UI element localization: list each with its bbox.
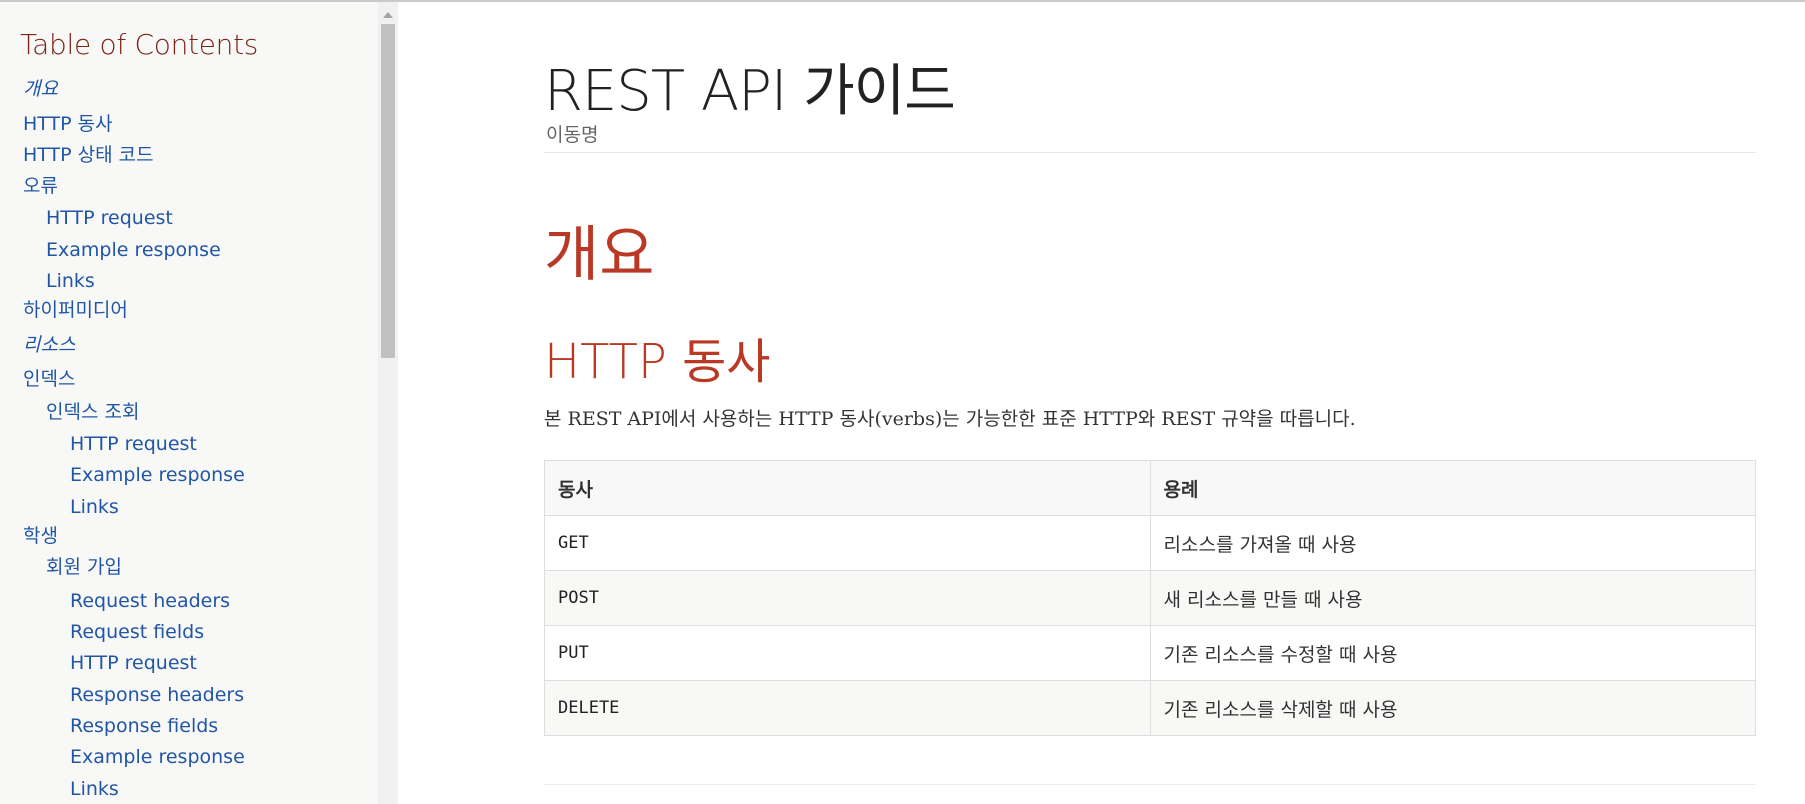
verb-cell: PUT [544, 625, 1151, 681]
http-verbs-intro: 본 REST API에서 사용하는 HTTP 동사(verbs)는 가능한한 표… [544, 408, 1356, 430]
toc-link-signup-request-headers[interactable]: Request headers [70, 589, 230, 613]
toc-title: Table of Contents [20, 28, 259, 61]
toc-link-errors-example-response[interactable]: Example response [46, 238, 221, 262]
toc-link-index-example-response[interactable]: Example response [70, 463, 245, 487]
toc-link-resources[interactable]: 리소스 [23, 333, 75, 357]
table-header-row: 동사 용례 [544, 460, 1756, 516]
toc-link-student[interactable]: 학생 [23, 524, 58, 548]
scrollbar-thumb[interactable] [381, 24, 395, 358]
toc-link-http-verbs[interactable]: HTTP 동사 [23, 112, 113, 136]
usage-cell: 기존 리소스를 수정할 때 사용 [1149, 625, 1756, 681]
toc-link-index-http-request[interactable]: HTTP request [70, 432, 197, 456]
toc-link-signup-request-fields[interactable]: Request fields [70, 620, 204, 644]
usage-cell: 새 리소스를 만들 때 사용 [1149, 570, 1756, 626]
author-name: 이동명 [546, 124, 599, 146]
toc-link-signup-response-headers[interactable]: Response headers [70, 683, 244, 707]
column-header-usage: 용례 [1149, 460, 1756, 516]
toc-link-signup-links[interactable]: Links [70, 777, 119, 801]
toc-link-signup-http-request[interactable]: HTTP request [70, 651, 197, 675]
scroll-up-arrow-icon[interactable] [383, 12, 393, 18]
table-row: DELETE 기존 리소스를 삭제할 때 사용 [544, 680, 1756, 736]
toc-link-signup-example-response[interactable]: Example response [70, 745, 245, 769]
table-row: POST 새 리소스를 만들 때 사용 [544, 570, 1756, 626]
verb-cell: POST [544, 570, 1151, 626]
toc-scrollbar[interactable] [378, 2, 398, 804]
toc-link-index-links[interactable]: Links [70, 495, 119, 519]
section-heading-overview: 개요 [544, 220, 655, 290]
section-divider [544, 784, 1756, 785]
verb-cell: GET [544, 515, 1151, 571]
toc-link-signup[interactable]: 회원 가입 [46, 555, 122, 579]
usage-cell: 리소스를 가져올 때 사용 [1149, 515, 1756, 571]
page-title: REST API 가이드 [544, 59, 956, 124]
toc-link-hypermedia[interactable]: 하이퍼미디어 [23, 298, 128, 322]
header-divider [544, 152, 1756, 153]
section-heading-http-verbs: HTTP 동사 [544, 334, 771, 390]
table-row: PUT 기존 리소스를 수정할 때 사용 [544, 625, 1756, 681]
toc-link-http-status-codes[interactable]: HTTP 상태 코드 [23, 143, 154, 167]
http-verbs-table: 동사 용례 GET 리소스를 가져올 때 사용 POST 새 리소스를 만들 때… [544, 460, 1756, 736]
table-row: GET 리소스를 가져올 때 사용 [544, 515, 1756, 571]
table-of-contents: Table of Contents 개요 HTTP 동사 HTTP 상태 코드 … [0, 2, 378, 804]
toc-link-overview[interactable]: 개요 [23, 77, 58, 101]
column-header-verb: 동사 [544, 460, 1151, 516]
verb-cell: DELETE [544, 680, 1151, 736]
toc-link-errors-links[interactable]: Links [46, 269, 95, 293]
toc-link-errors-http-request[interactable]: HTTP request [46, 206, 173, 230]
toc-link-index-lookup[interactable]: 인덱스 조회 [46, 400, 139, 424]
toc-link-errors[interactable]: 오류 [23, 174, 58, 198]
toc-link-signup-response-fields[interactable]: Response fields [70, 714, 218, 738]
toc-link-index[interactable]: 인덱스 [23, 367, 75, 391]
usage-cell: 기존 리소스를 삭제할 때 사용 [1149, 680, 1756, 736]
